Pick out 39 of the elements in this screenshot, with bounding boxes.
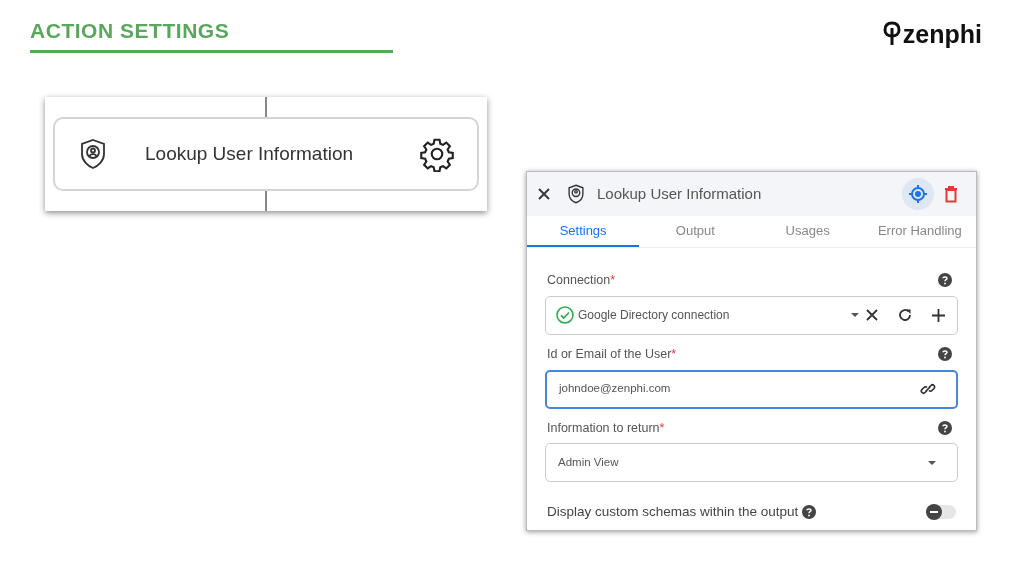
add-icon[interactable] bbox=[932, 308, 945, 322]
field-value: johndoe@zenphi.com bbox=[559, 381, 672, 397]
select-field[interactable]: Google Directory connection bbox=[545, 295, 958, 335]
field-label: Information to return* bbox=[547, 419, 665, 437]
logo-text: zenphi bbox=[902, 21, 982, 47]
slide-title: ACTION SETTINGS bbox=[30, 18, 231, 44]
shield-user-icon bbox=[567, 184, 585, 204]
field-value: Admin View bbox=[558, 455, 620, 471]
panel-title: Lookup User Information bbox=[597, 183, 763, 204]
field-label: Connection* bbox=[547, 272, 616, 289]
tab[interactable]: Error Handling bbox=[863, 216, 976, 247]
trash-icon[interactable] bbox=[944, 185, 958, 203]
shield-user-icon bbox=[79, 138, 107, 170]
input-field[interactable]: johndoe@zenphi.com bbox=[545, 369, 958, 409]
help-icon[interactable] bbox=[938, 273, 952, 288]
close-icon[interactable] bbox=[537, 187, 551, 201]
check-circle-icon bbox=[556, 306, 574, 325]
toggle-switch[interactable] bbox=[926, 505, 956, 520]
logo-icon bbox=[882, 20, 901, 48]
locate-button[interactable] bbox=[902, 178, 934, 210]
tab[interactable]: Output bbox=[639, 216, 752, 247]
target-icon bbox=[908, 184, 928, 204]
refresh-icon[interactable] bbox=[898, 308, 912, 323]
link-icon[interactable] bbox=[920, 381, 936, 397]
help-icon[interactable] bbox=[938, 420, 952, 435]
clear-icon[interactable] bbox=[866, 309, 878, 322]
node-label: Lookup User Information bbox=[145, 141, 355, 166]
field-label: Id or Email of the User* bbox=[547, 345, 677, 363]
tab[interactable]: Settings bbox=[527, 216, 640, 247]
action-node[interactable]: Lookup User Information bbox=[53, 117, 479, 191]
help-icon[interactable] bbox=[802, 505, 817, 520]
toggle-label: Display custom schemas within the output bbox=[547, 503, 799, 522]
caret-icon[interactable] bbox=[927, 459, 937, 466]
caret-icon[interactable] bbox=[850, 312, 860, 319]
select-field[interactable]: Admin View bbox=[545, 443, 958, 483]
tab[interactable]: Usages bbox=[751, 216, 864, 247]
settings-icon[interactable] bbox=[419, 136, 455, 172]
help-icon[interactable] bbox=[938, 347, 952, 362]
field-value: Google Directory connection bbox=[578, 307, 731, 325]
